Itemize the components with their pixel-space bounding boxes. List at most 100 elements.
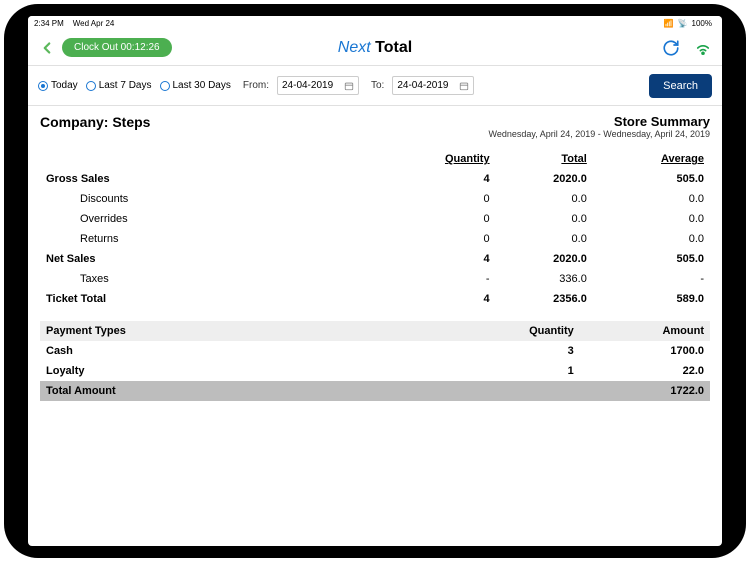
cell-avg: 0.0 [593,189,710,209]
cell-qty: - [375,269,496,289]
payment-header: Payment Types Quantity Amount [40,321,710,341]
cell-avg: 0.0 [593,229,710,249]
status-right: 📶 📡 100% [664,19,716,28]
radio-dot-icon [38,81,48,91]
cell-label: Gross Sales [40,169,375,189]
cell-label: Total Amount [40,381,442,401]
cell-total: 2020.0 [496,249,593,269]
row-net: Net Sales 4 2020.0 505.0 [40,249,710,269]
cell-qty: 0 [375,209,496,229]
row-discounts: Discounts 0 0.0 0.0 [40,189,710,209]
from-date-input[interactable]: 24-04-2019 [277,76,359,95]
cell-qty: 0 [375,189,496,209]
cell-qty: 4 [375,289,496,309]
back-button[interactable] [38,39,56,57]
clock-out-button[interactable]: Clock Out 00:12:26 [62,38,172,57]
company-label: Company: Steps [40,114,150,130]
cell-avg: 505.0 [593,249,710,269]
signal-icon: 📶 [664,19,674,28]
calendar-icon [344,81,354,91]
radio-last7-label: Last 7 Days [99,80,152,91]
cell-total: 0.0 [496,229,593,249]
from-label: From: [243,80,269,91]
screen: 2:34 PM Wed Apr 24 📶 📡 100% Clock Out 00… [28,16,722,546]
brand-logo: Next Total [338,39,412,57]
cell-total: 336.0 [496,269,593,289]
to-label: To: [371,80,384,91]
col-total: Total [496,149,593,169]
status-left: 2:34 PM Wed Apr 24 [34,19,114,28]
title-row: Company: Steps Store Summary Wednesday, … [40,114,710,139]
brand-total: Total [371,39,412,56]
radio-last7[interactable]: Last 7 Days [86,80,152,91]
cell-qty: 1 [442,361,580,381]
radio-today[interactable]: Today [38,80,78,91]
cell-amt: 1700.0 [580,341,710,361]
tablet-frame: 2:34 PM Wed Apr 24 📶 📡 100% Clock Out 00… [4,4,746,558]
to-date-input[interactable]: 24-04-2019 [392,76,474,95]
cell-amt: 1722.0 [580,381,710,401]
radio-dot-icon [160,81,170,91]
table-header: Quantity Total Average [40,149,710,169]
from-date-value: 24-04-2019 [282,80,333,91]
cell-label: Loyalty [40,361,442,381]
summary-dates: Wednesday, April 24, 2019 - Wednesday, A… [489,129,710,139]
cell-avg: 0.0 [593,209,710,229]
summary-title: Store Summary [489,114,710,129]
cell-label: Ticket Total [40,289,375,309]
cell-avg: - [593,269,710,289]
sales-table: Quantity Total Average Gross Sales 4 202… [40,149,710,309]
pay-col-qty: Quantity [442,321,580,341]
row-ticket-total: Ticket Total 4 2356.0 589.0 [40,289,710,309]
cell-total: 2020.0 [496,169,593,189]
payment-row-loyalty: Loyalty 1 22.0 [40,361,710,381]
radio-last30-label: Last 30 Days [173,80,231,91]
battery-pct: 100% [692,19,712,28]
cell-qty: 0 [375,229,496,249]
pay-col-amt: Amount [580,321,710,341]
payment-row-total: Total Amount 1722.0 [40,381,710,401]
pay-col-type: Payment Types [40,321,442,341]
cell-label: Taxes [40,269,375,289]
cell-total: 0.0 [496,189,593,209]
status-time: 2:34 PM [34,19,64,28]
wifi-icon[interactable] [694,39,712,57]
refresh-icon[interactable] [662,39,680,57]
cell-label: Overrides [40,209,375,229]
cell-total: 2356.0 [496,289,593,309]
cell-avg: 589.0 [593,289,710,309]
radio-last30[interactable]: Last 30 Days [160,80,231,91]
row-overrides: Overrides 0 0.0 0.0 [40,209,710,229]
filter-bar: Today Last 7 Days Last 30 Days From: 24-… [28,66,722,106]
cell-qty [442,381,580,401]
nav-icons [662,39,712,57]
payment-row-cash: Cash 3 1700.0 [40,341,710,361]
cell-total: 0.0 [496,209,593,229]
cell-amt: 22.0 [580,361,710,381]
payment-table: Payment Types Quantity Amount Cash 3 170… [40,321,710,401]
cell-label: Cash [40,341,442,361]
radio-dot-icon [86,81,96,91]
row-returns: Returns 0 0.0 0.0 [40,229,710,249]
row-taxes: Taxes - 336.0 - [40,269,710,289]
cell-label: Net Sales [40,249,375,269]
row-gross: Gross Sales 4 2020.0 505.0 [40,169,710,189]
status-bar: 2:34 PM Wed Apr 24 📶 📡 100% [28,16,722,30]
search-button[interactable]: Search [649,74,712,98]
calendar-icon [459,81,469,91]
cell-avg: 505.0 [593,169,710,189]
status-date: Wed Apr 24 [73,19,115,28]
cell-label: Discounts [40,189,375,209]
to-date-value: 24-04-2019 [397,80,448,91]
report-content: Company: Steps Store Summary Wednesday, … [28,106,722,546]
cell-label: Returns [40,229,375,249]
summary-header: Store Summary Wednesday, April 24, 2019 … [489,114,710,139]
cell-qty: 4 [375,249,496,269]
col-qty: Quantity [375,149,496,169]
cell-qty: 3 [442,341,580,361]
wifi-icon: 📡 [678,19,688,28]
brand-next: Next [338,39,371,56]
col-avg: Average [593,149,710,169]
radio-today-label: Today [51,80,78,91]
nav-bar: Clock Out 00:12:26 Next Total [28,30,722,66]
